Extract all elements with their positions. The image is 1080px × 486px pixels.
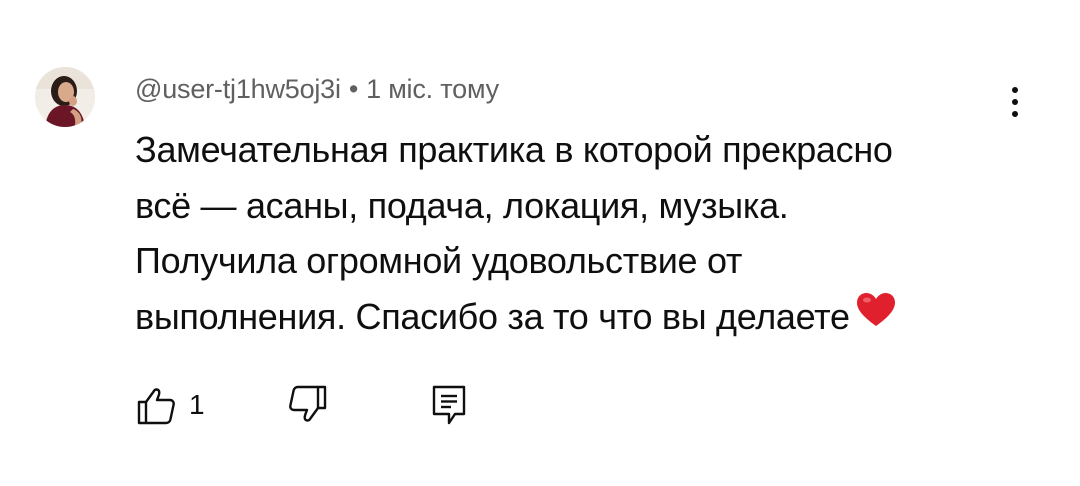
comment-text-line-last: выполнения. Спасибо за то что вы делаете: [135, 289, 1035, 347]
comment-text-line: всё — асаны, подача, локация, музыка.: [135, 184, 789, 226]
like-count: 1: [189, 389, 205, 420]
dislike-button[interactable]: [285, 383, 329, 427]
comment-text-line: Получила огромной удовольствие от: [135, 240, 743, 281]
comment-meta: @user-tj1hw5oj3i • 1 міс. тому: [135, 74, 499, 105]
comment-text-line: выполнения. Спасибо за то что вы делаете: [135, 295, 850, 337]
like-button[interactable]: 1: [135, 383, 205, 427]
vertical-ellipsis-icon: [1012, 87, 1018, 93]
comment-timestamp[interactable]: 1 міс. тому: [366, 74, 499, 104]
comment-text-line: Замечательная практика в которой прекрас…: [135, 129, 893, 170]
comment-icon: [432, 385, 466, 425]
vertical-ellipsis-icon: [1012, 111, 1018, 117]
avatar[interactable]: [35, 67, 95, 127]
meta-separator: •: [348, 74, 359, 104]
heart-emoji-icon: [856, 288, 896, 344]
thumbs-down-icon: [289, 385, 327, 422]
reply-button[interactable]: [427, 383, 471, 427]
more-actions-button[interactable]: [1000, 80, 1030, 124]
thumbs-up-icon: [137, 388, 175, 425]
user-photo-icon: [35, 67, 95, 127]
comment-item: @user-tj1hw5oj3i • 1 міс. тому Замечательн…: [0, 0, 1080, 486]
vertical-ellipsis-icon: [1012, 99, 1018, 105]
author-handle[interactable]: @user-tj1hw5oj3i: [135, 74, 341, 104]
comment-body: Замечательная практика в которой прекрас…: [135, 122, 1035, 347]
